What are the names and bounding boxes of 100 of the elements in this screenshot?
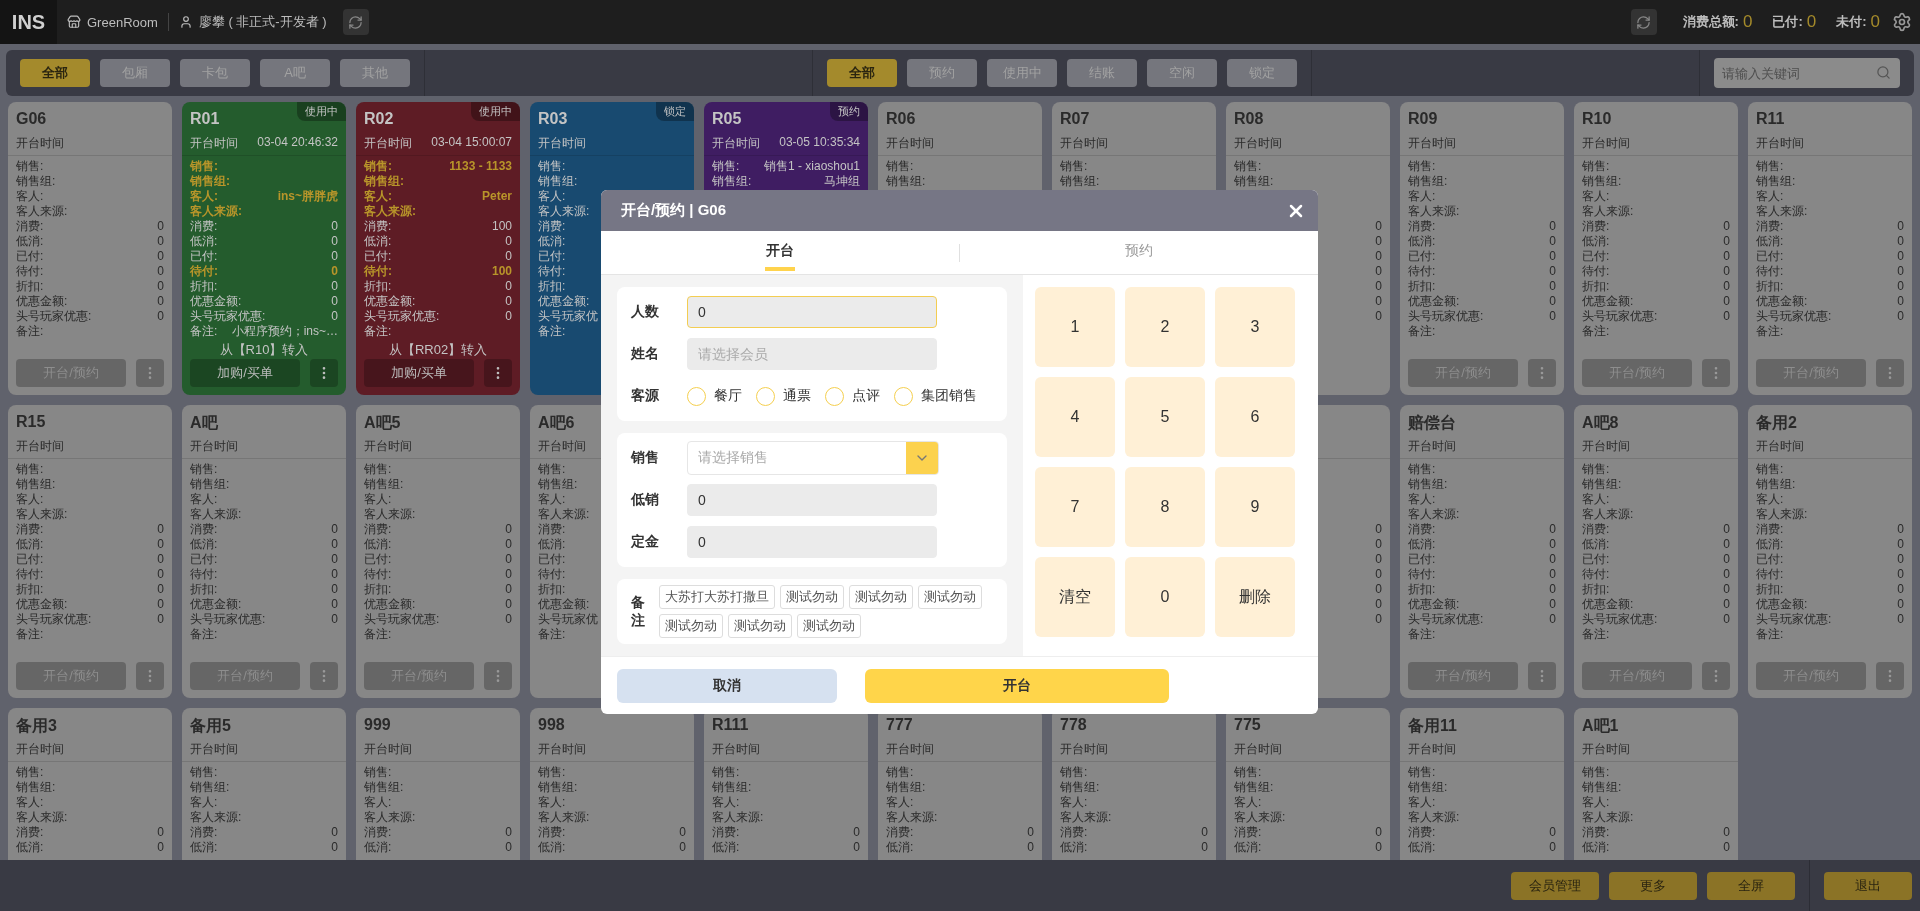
open-time: 03-04 15:00:07 [431, 135, 512, 151]
field-label: 备注: [1408, 627, 1436, 642]
footer-button[interactable]: 会员管理 [1511, 871, 1599, 900]
field-label: 消费: [1408, 219, 1436, 234]
field-value: 0 [1897, 582, 1904, 597]
field-label: 消费: [16, 825, 44, 840]
more-icon[interactable] [1528, 359, 1556, 387]
keypad-key[interactable]: 7 [1035, 467, 1115, 547]
field-label: 销售: [1582, 765, 1610, 780]
input-field[interactable]: 0 [687, 526, 937, 558]
field-value: 0 [331, 264, 338, 279]
field-label: 低消: [364, 537, 392, 552]
keypad-key[interactable]: 8 [1125, 467, 1205, 547]
remark-tag[interactable]: 测试勿动 [917, 585, 982, 609]
keypad-key[interactable]: 删除 [1215, 557, 1295, 637]
remark-tag[interactable]: 大苏打大苏打撒旦 [658, 585, 775, 609]
field-label: 已付: [1756, 249, 1784, 264]
field-value: 0 [1549, 264, 1556, 279]
field-label: 销售组: [190, 174, 230, 189]
field-label: 销售组: [886, 174, 926, 189]
field-value: 0 [1549, 567, 1556, 582]
field-value: 销售1 - xiaoshou1 [763, 159, 860, 174]
radio-button[interactable] [894, 386, 913, 406]
remark-tag[interactable]: 测试勿动 [658, 614, 723, 638]
keypad-key[interactable]: 2 [1125, 287, 1205, 367]
field-value: 0 [505, 597, 512, 612]
field-label: 销售组: [1234, 174, 1274, 189]
remark-tag[interactable]: 测试勿动 [779, 585, 844, 609]
field-label: 销售组: [538, 174, 578, 189]
exit-button[interactable]: 退出 [1824, 871, 1912, 900]
keypad-key[interactable]: 1 [1035, 287, 1115, 367]
field-label: 备注: [190, 627, 218, 642]
field-label: 客人来源: [538, 507, 590, 522]
room-name: A吧5 [364, 414, 401, 431]
field-label: 销售组: [1582, 477, 1622, 492]
more-icon[interactable] [1876, 359, 1904, 387]
input-field[interactable]: 0 [687, 484, 937, 516]
keypad-key[interactable]: 6 [1215, 377, 1295, 457]
more-icon[interactable] [1702, 359, 1730, 387]
field-label: 销售: [1060, 765, 1088, 780]
field-label: 销售: [1582, 159, 1610, 174]
field-label: 销售组: [538, 780, 578, 795]
keypad-key[interactable]: 9 [1215, 467, 1295, 547]
keypad-key[interactable]: 5 [1125, 377, 1205, 457]
app-logo: INS [0, 0, 57, 44]
field-label: 低消: [712, 840, 740, 855]
field-label: 销售: [1234, 765, 1262, 780]
field-label: 消费: [1756, 219, 1784, 234]
card-action-button[interactable]: 加购/买单 [190, 359, 300, 387]
more-icon[interactable] [1702, 662, 1730, 690]
field-value: 0 [1201, 840, 1208, 855]
field-label: 销售组: [538, 477, 578, 492]
status-filter-tab[interactable]: 全部 [827, 59, 897, 87]
field-label: 客人来源: [1408, 204, 1460, 219]
field-label: 客人来源: [190, 204, 242, 219]
field-value: 0 [157, 582, 164, 597]
more-icon[interactable] [136, 359, 164, 387]
field-label: 客人: [1408, 189, 1436, 204]
keypad-key[interactable]: 4 [1035, 377, 1115, 457]
open-time-label: 开台时间 [1582, 438, 1630, 454]
refresh-icon[interactable] [1630, 9, 1657, 35]
field-label: 优惠金额: [364, 597, 416, 612]
more-icon[interactable] [1528, 662, 1556, 690]
keypad-key[interactable]: 清空 [1035, 557, 1115, 637]
remark-tag[interactable]: 测试勿动 [796, 614, 861, 638]
remark-tag[interactable]: 测试勿动 [848, 585, 913, 609]
settings-icon[interactable] [1892, 12, 1912, 32]
field-label: 头号玩家优惠: [1756, 612, 1832, 627]
radio-button[interactable] [756, 386, 775, 406]
field-value: 0 [1723, 567, 1730, 582]
refresh-icon[interactable] [342, 9, 369, 35]
more-icon[interactable] [310, 662, 338, 690]
more-icon[interactable] [484, 662, 512, 690]
field-label: 销售: [886, 765, 914, 780]
footer-button[interactable]: 全屏 [1707, 871, 1795, 900]
field-label: 优惠金额: [1582, 294, 1634, 309]
remark-tag[interactable]: 测试勿动 [727, 614, 792, 638]
confirm-button[interactable]: 开台 [865, 668, 1169, 703]
more-icon[interactable] [1876, 662, 1904, 690]
more-icon[interactable] [310, 359, 338, 387]
more-icon[interactable] [136, 662, 164, 690]
card-action-button[interactable]: 加购/买单 [364, 359, 474, 387]
input-field[interactable]: 请选择会员 [687, 338, 937, 370]
field-value: 0 [157, 234, 164, 249]
keypad-key[interactable]: 3 [1215, 287, 1295, 367]
status-badge: 使用中 [471, 102, 520, 121]
input-field[interactable]: 0 [687, 296, 937, 328]
area-filter-tab[interactable]: 全部 [20, 59, 90, 87]
radio-button[interactable] [825, 386, 844, 406]
field-label: 客人来源: [1756, 204, 1808, 219]
field-value: 0 [157, 537, 164, 552]
keypad-key[interactable]: 0 [1125, 557, 1205, 637]
status-badge: 预约 [830, 102, 868, 121]
field-label: 头号玩家优惠: [1408, 612, 1484, 627]
more-icon[interactable] [484, 359, 512, 387]
open-time-label: 开台时间 [538, 135, 586, 151]
radio-button[interactable] [687, 386, 706, 406]
cancel-button[interactable]: 取消 [617, 668, 837, 703]
field-label: 低消: [538, 234, 566, 249]
footer-button[interactable]: 更多 [1609, 871, 1697, 900]
